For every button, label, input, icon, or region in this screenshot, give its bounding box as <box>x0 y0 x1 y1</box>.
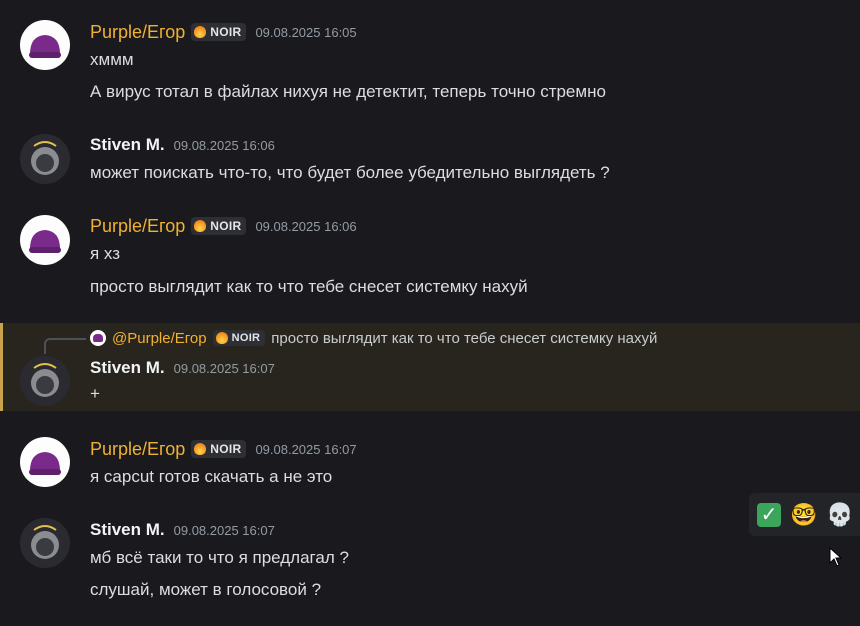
message-header: Stiven M. 09.08.2025 16:07 <box>90 519 275 541</box>
reply-text: просто выглядит как то что тебе снесет с… <box>271 329 658 347</box>
timestamp: 09.08.2025 16:06 <box>255 218 357 234</box>
message-text: просто выглядит как то что тебе снесет с… <box>90 277 528 296</box>
check-icon[interactable]: ✓ <box>757 502 781 527</box>
timestamp: 09.08.2025 16:07 <box>255 441 357 457</box>
timestamp: 09.08.2025 16:05 <box>255 24 357 40</box>
username[interactable]: Purple/Егор <box>90 216 185 237</box>
username[interactable]: Stiven M. <box>90 135 165 155</box>
reply-avatar <box>90 330 106 346</box>
message-header: Stiven M. 09.08.2025 16:07 <box>90 357 275 379</box>
message-text: + <box>90 384 100 403</box>
tag-label: NOIR <box>231 332 261 344</box>
message-header: Purple/Егор NOIR 09.08.2025 16:06 <box>90 215 357 237</box>
tag-label: NOIR <box>210 219 242 233</box>
server-tag[interactable]: NOIR <box>191 440 247 458</box>
skull-icon[interactable]: 💀 <box>826 502 853 528</box>
fire-icon <box>194 26 207 38</box>
username[interactable]: Purple/Егор <box>90 439 185 460</box>
avatar[interactable] <box>20 356 70 406</box>
avatar[interactable] <box>20 134 70 184</box>
server-tag[interactable]: NOIR <box>212 330 266 346</box>
message-text: я capcut готов скачать а не это <box>90 467 333 486</box>
username[interactable]: Stiven M. <box>90 520 165 540</box>
nerd-face-icon[interactable]: 🤓 <box>790 502 817 528</box>
timestamp: 09.08.2025 16:07 <box>173 360 275 376</box>
timestamp: 09.08.2025 16:06 <box>173 137 275 153</box>
message-header: Purple/Егор NOIR 09.08.2025 16:07 <box>90 438 357 460</box>
message-header: Purple/Егор NOIR 09.08.2025 16:05 <box>90 21 357 43</box>
reply-preview[interactable]: @Purple/Егор NOIR просто выглядит как то… <box>90 328 657 348</box>
message-text: хммм <box>90 50 134 69</box>
avatar[interactable] <box>20 518 70 568</box>
reply-author[interactable]: @Purple/Егор <box>112 330 207 347</box>
mouse-cursor-icon <box>829 547 843 567</box>
username[interactable]: Stiven M. <box>90 358 165 378</box>
fire-icon <box>215 332 228 344</box>
tag-label: NOIR <box>210 25 242 39</box>
fire-icon <box>194 220 207 232</box>
username[interactable]: Purple/Егор <box>90 22 185 43</box>
message-text: может поискать что-то, что будет более у… <box>90 163 610 182</box>
message-text: слушай, может в голосовой ? <box>90 580 322 599</box>
timestamp: 09.08.2025 16:07 <box>173 522 275 538</box>
avatar[interactable] <box>20 215 70 265</box>
message-text: А вирус тотал в файлах нихуя не детектит… <box>90 82 606 101</box>
server-tag[interactable]: NOIR <box>191 217 247 235</box>
message-text: я хз <box>90 244 121 263</box>
reaction-toolbar: ✓ 🤓 💀 <box>749 493 860 536</box>
reply-connector <box>44 338 86 354</box>
avatar[interactable] <box>20 437 70 487</box>
mention-highlight-bar <box>0 323 3 411</box>
avatar[interactable] <box>20 20 70 70</box>
fire-icon <box>194 443 207 455</box>
message-header: Stiven M. 09.08.2025 16:06 <box>90 134 275 156</box>
tag-label: NOIR <box>210 442 242 456</box>
message-text: мб всё таки то что я предлагал ? <box>90 548 349 567</box>
server-tag[interactable]: NOIR <box>191 23 247 41</box>
